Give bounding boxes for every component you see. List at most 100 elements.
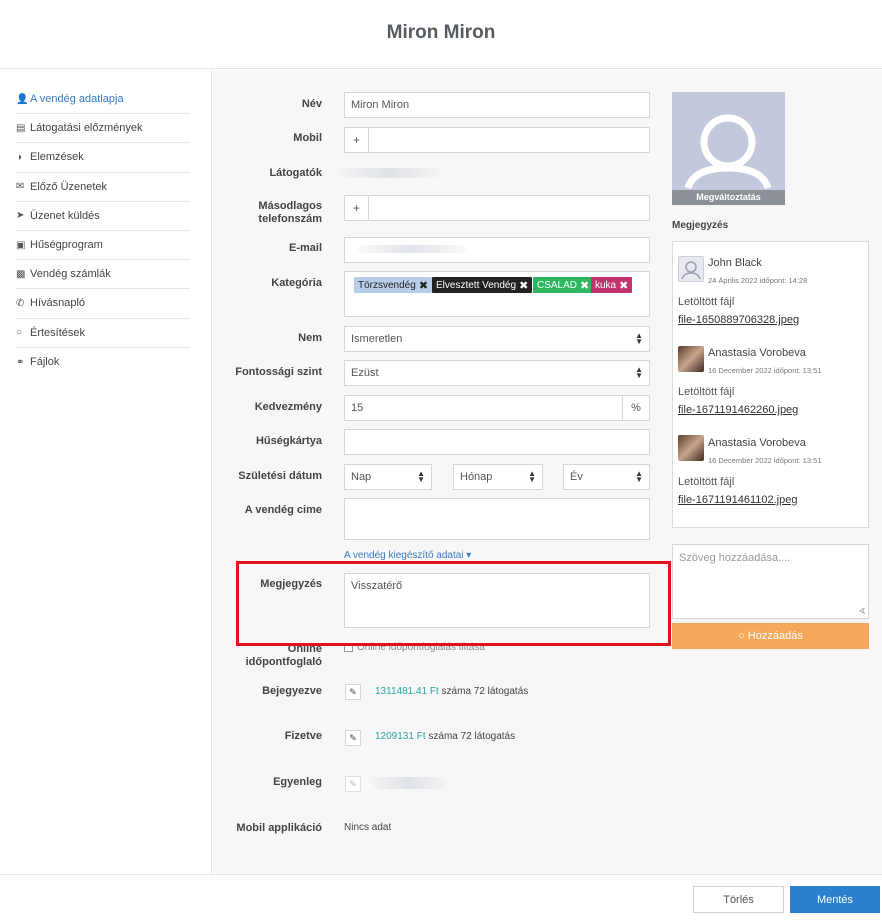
- birth-day-select[interactable]: Nap ▲ ▼: [344, 464, 432, 490]
- tag-torzsvendeg[interactable]: Törzsvendég ✖: [354, 277, 433, 293]
- category-label: Kategória: [271, 277, 322, 289]
- select-arrows-icon: ▲ ▼: [635, 365, 643, 380]
- envelope-icon: ✉: [16, 181, 25, 193]
- address-label: A vendég cime: [244, 504, 322, 516]
- comment-icon: ○: [738, 630, 745, 642]
- birth-year-select[interactable]: Év ▲ ▼: [563, 464, 650, 490]
- phone-icon: ✆: [16, 297, 25, 309]
- booked-value: 1311481.41 Ft száma 72 látogatás: [375, 686, 529, 697]
- sidebar-item-label: Elemzések: [30, 151, 84, 164]
- note-text: Letöltött fájl: [678, 386, 735, 398]
- sidebar-item-label: Vendég számlák: [30, 268, 111, 281]
- tag-csalad[interactable]: CSALAD ✖: [533, 277, 594, 293]
- avatar[interactable]: Megváltoztatás: [672, 92, 785, 205]
- note-file-link[interactable]: file-1671191462260.jpeg: [678, 404, 798, 416]
- mobile-label: Mobil: [293, 132, 322, 144]
- sidebar-item-send-message[interactable]: ➤ Üzenet küldés: [16, 202, 190, 231]
- booked-label: Bejegyezve: [262, 685, 322, 697]
- category-tags-input[interactable]: Törzsvendég ✖ Elvesztett Vendég ✖ CSALAD ✖ …: [344, 271, 650, 317]
- add-note-button[interactable]: ○ Hozzáadás: [672, 623, 869, 649]
- avatar: [678, 256, 704, 282]
- resize-handle-icon[interactable]: ∢: [858, 606, 866, 617]
- edit-paid-icon[interactable]: ✎: [345, 730, 361, 746]
- notes-list: John Black 24 Április 2022 időpont: 14:2…: [672, 241, 869, 528]
- online-booking-toggle[interactable]: Online időpontfoglalás tiltása: [344, 642, 485, 653]
- sidebar-item-invoices[interactable]: ▩ Vendég számlák: [16, 260, 190, 290]
- sidebar-item-label: A vendég adatlapja: [30, 93, 124, 106]
- tag-kuka[interactable]: kuka ✖: [591, 277, 633, 293]
- name-label: Név: [301, 98, 322, 110]
- visitors-value-redacted: [338, 168, 440, 178]
- email-input[interactable]: [344, 237, 650, 263]
- priority-select[interactable]: Ezüst ▲ ▼: [344, 360, 650, 386]
- birth-month-select[interactable]: Hónap ▲ ▼: [453, 464, 543, 490]
- sidebar-item-notifications[interactable]: ○ Értesítések: [16, 319, 190, 348]
- save-button[interactable]: Mentés: [790, 886, 880, 913]
- select-arrows-icon: ▲ ▼: [635, 469, 643, 484]
- birth-date-label: Születési dátum: [238, 470, 322, 482]
- visitors-label: Látogatók: [269, 167, 322, 179]
- mobile-prefix: +: [345, 128, 369, 152]
- loyalty-card-input[interactable]: [344, 429, 650, 455]
- tag-remove-icon[interactable]: ✖: [619, 279, 628, 292]
- user-icon: 👤: [16, 93, 29, 105]
- discount-unit: %: [622, 396, 649, 420]
- sidebar-item-label: Előző Üzenetek: [30, 180, 108, 193]
- avatar-change-button[interactable]: Megváltoztatás: [672, 190, 785, 205]
- sidebar-item-guest-profile[interactable]: 👤 A vendég adatlapja: [16, 85, 190, 115]
- select-arrows-icon: ▲ ▼: [528, 469, 536, 484]
- name-input-value: Miron Miron: [351, 99, 410, 111]
- mobile-app-value: Nincs adat: [344, 822, 392, 833]
- balance-value-redacted: [372, 777, 446, 789]
- user-avatar-icon: [684, 114, 772, 190]
- mobile-input[interactable]: +: [344, 127, 650, 153]
- tag-remove-icon[interactable]: ✖: [419, 279, 428, 292]
- pie-chart-icon: ◑: [16, 151, 23, 163]
- card-icon: ▣: [16, 239, 26, 251]
- email-value-redacted: [357, 245, 467, 253]
- priority-label: Fontossági szint: [235, 366, 322, 378]
- name-input[interactable]: Miron Miron: [344, 92, 650, 118]
- paid-label: Fizetve: [284, 730, 322, 742]
- delete-button[interactable]: Törlés: [693, 886, 784, 913]
- extra-data-link[interactable]: A vendég kiegészítő adatai ▾: [344, 550, 471, 561]
- online-booking-checkbox[interactable]: [344, 643, 353, 652]
- sidebar-item-visit-history[interactable]: ▤ Látogatási előzmények: [16, 114, 190, 144]
- sidebar-item-loyalty[interactable]: ▣ Hűségprogram: [16, 231, 190, 261]
- paper-plane-icon: ➤: [16, 210, 25, 222]
- email-label: E-mail: [288, 242, 322, 254]
- tag-remove-icon[interactable]: ✖: [580, 279, 589, 292]
- note-date: 24 Április 2022 időpont: 14:28: [708, 276, 808, 285]
- list-icon: ▤: [16, 122, 26, 134]
- footer: Törlés Mentés: [0, 874, 882, 923]
- gender-select[interactable]: Ismeretlen ▲ ▼: [344, 326, 650, 352]
- sidebar-item-files[interactable]: ⚭ Fájlok: [16, 348, 190, 377]
- page-title: Miron Miron: [386, 22, 496, 43]
- edit-balance-icon: ✎: [345, 776, 361, 792]
- sidebar-item-analytics[interactable]: ◑ Elemzések: [16, 143, 190, 173]
- tag-remove-icon[interactable]: ✖: [519, 279, 528, 292]
- note-author: Anastasia Vorobeva: [708, 347, 806, 359]
- sidebar-item-label: Fájlok: [30, 356, 60, 369]
- note-textarea[interactable]: Visszatérő: [344, 573, 650, 628]
- secondary-phone-input[interactable]: +: [344, 195, 650, 221]
- sidebar: 👤 A vendég adatlapja ▤ Látogatási előzmé…: [0, 70, 212, 874]
- sidebar-item-label: Üzenet küldés: [30, 209, 100, 222]
- address-textarea[interactable]: [344, 498, 650, 540]
- note-file-link[interactable]: file-1650889706328.jpeg: [678, 314, 799, 326]
- edit-booked-icon[interactable]: ✎: [345, 684, 361, 700]
- user-icon: [681, 261, 701, 280]
- note-date: 16 December 2022 időpont: 13:51: [708, 456, 822, 465]
- tag-elvesztett-vendeg[interactable]: Elvesztett Vendég ✖: [432, 277, 533, 293]
- sidebar-menu: 👤 A vendég adatlapja ▤ Látogatási előzmé…: [16, 85, 190, 377]
- sidebar-item-previous-messages[interactable]: ✉ Előző Üzenetek: [16, 173, 190, 202]
- avatar: [678, 435, 704, 461]
- secondary-phone-prefix: +: [345, 196, 369, 220]
- note-label: Megjegyzés: [260, 578, 322, 590]
- discount-input[interactable]: 15 %: [344, 395, 650, 421]
- discount-label: Kedvezmény: [254, 401, 322, 413]
- note-file-link[interactable]: file-1671191461102.jpeg: [678, 494, 797, 506]
- sidebar-item-call-log[interactable]: ✆ Hívásnapló: [16, 289, 190, 319]
- note-text: Letöltött fájl: [678, 296, 735, 308]
- add-note-textarea[interactable]: Szöveg hozzáadása.... ∢: [672, 544, 869, 619]
